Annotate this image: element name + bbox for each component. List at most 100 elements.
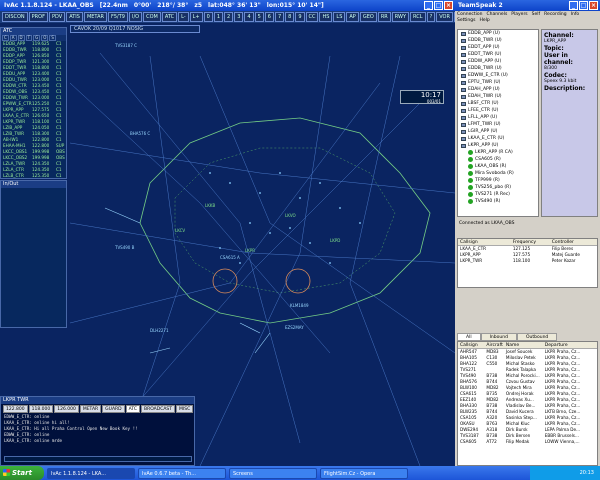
close-button[interactable]: × [444, 1, 453, 10]
toolbar-button-com[interactable]: COM [143, 12, 161, 22]
toolbar-button-ls[interactable]: LS [333, 12, 346, 22]
ts-channel[interactable]: LFEE_CTR (U) [458, 107, 538, 114]
ts-channel[interactable]: EDDB_TWR (U) [458, 37, 538, 44]
toolbar-button-rcl[interactable]: RCL [410, 12, 426, 22]
ts-menu-self[interactable]: Self [532, 12, 540, 18]
chat-panel-title[interactable]: LKPR TWR [1, 397, 194, 404]
airport-label[interactable]: LKPR [245, 248, 255, 253]
airport-label[interactable]: LKCV [175, 228, 185, 233]
flight-tab-all[interactable]: All [457, 333, 481, 341]
column-header[interactable]: Callsign [458, 342, 484, 348]
chat-tab-misc[interactable]: MISC [176, 405, 194, 413]
aircraft-label[interactable]: DLH2271 [150, 328, 169, 333]
ts-channel[interactable]: EDDT_TWR (U) [458, 51, 538, 58]
ts-channel[interactable]: EPTU_TWR (U) [458, 79, 538, 86]
aircraft-label[interactable]: TVS3187 C [115, 43, 137, 48]
ts-user[interactable]: Mira Svoboda (R) [458, 170, 538, 177]
toolbar-button-6[interactable]: 6 [264, 12, 274, 22]
ts-channel[interactable]: EDWW_E_CTR (U) [458, 72, 538, 79]
ts-title-bar[interactable]: TeamSpeak 2 _ □ × [455, 0, 600, 11]
toolbar-button-hs[interactable]: HS [319, 12, 333, 22]
minimize-button[interactable]: _ [424, 1, 433, 10]
column-header[interactable]: Controller [550, 239, 597, 245]
column-header[interactable]: Aircraft [484, 342, 503, 348]
taskbar-task[interactable]: IvAe 0.6.7 beta - Th... [138, 467, 226, 479]
taskbar-task[interactable]: IvAc 1.1.8.124 - LKA... [47, 467, 135, 479]
chat-tab-126-000[interactable]: 126.000 [54, 405, 79, 413]
airport-label[interactable]: LKPD [330, 238, 340, 243]
airport-label[interactable]: LKVO [285, 213, 296, 218]
ts-channel[interactable]: EDDB_TWR (U) [458, 65, 538, 72]
ts-maximize-button[interactable]: □ [579, 1, 588, 10]
chat-input[interactable] [4, 456, 192, 462]
ts-user[interactable]: TFP999 (R) [458, 177, 538, 184]
ivac-title-bar[interactable]: IvAc 1.1.8.124 - LKAA_OBS [22.4nm 0°00' 218… [0, 0, 455, 11]
toolbar-button-1[interactable]: 1 [213, 12, 223, 22]
taskbar-task[interactable]: FlightSim.Cz - Opera [320, 467, 408, 479]
inout-panel-title[interactable]: In/Out [1, 181, 66, 188]
ts-menu-settings[interactable]: Settings [457, 18, 475, 24]
ts-menu-recording[interactable]: Recording [544, 12, 567, 18]
aircraft-label[interactable]: BHA576 C [130, 131, 150, 136]
toolbar-button-rr[interactable]: RR [377, 12, 391, 22]
ts-channel[interactable]: LKAA_E_CTR (U) [458, 135, 538, 142]
ts-close-button[interactable]: × [589, 1, 598, 10]
toolbar-button-8[interactable]: 8 [285, 12, 295, 22]
chat-tab-metar[interactable]: METAR [79, 405, 102, 413]
toolbar-button-4[interactable]: 4 [244, 12, 254, 22]
start-button[interactable]: Start [0, 466, 44, 480]
toolbar-button-i-o[interactable]: I/O [128, 12, 143, 22]
ts-menu-players[interactable]: Players [511, 12, 527, 18]
toolbar-button-discon[interactable]: DISCON [2, 12, 28, 22]
toolbar-button-2[interactable]: 2 [224, 12, 234, 22]
toolbar-button-l-[interactable]: L+ [189, 12, 203, 22]
toolbar-button-prof[interactable]: PROF [28, 12, 48, 22]
toolbar-button-0[interactable]: 0 [203, 12, 213, 22]
ts-channel[interactable]: EDAH_TWR (U) [458, 93, 538, 100]
ts-channel[interactable]: EDAH_APP (U) [458, 86, 538, 93]
ts-menu-help[interactable]: Help [479, 18, 489, 24]
atc-row[interactable]: LZLB_CTR 125.350 C1 [1, 173, 66, 179]
aircraft-label[interactable]: TVS490 B [115, 245, 134, 250]
chat-tab-atc[interactable]: ATC [125, 405, 140, 413]
toolbar-button-5[interactable]: 5 [254, 12, 264, 22]
ts-channel[interactable]: LFLL_APP (U) [458, 114, 538, 121]
ts-channel[interactable]: EDDW_APP (U) [458, 58, 538, 65]
airport-label[interactable]: LKKB [205, 203, 215, 208]
chat-tab-guard[interactable]: GUARD [102, 405, 125, 413]
ts-minimize-button[interactable]: _ [569, 1, 578, 10]
toolbar-button-cc[interactable]: CC [305, 12, 319, 22]
flight-tab-inbound[interactable]: Inbound [480, 333, 517, 341]
column-header[interactable]: Frequency [511, 239, 550, 245]
column-header[interactable]: Departure [543, 342, 597, 348]
aircraft-label[interactable]: EZS2MAY [285, 325, 304, 330]
ts-user[interactable]: LKAA_OBS (R) [458, 163, 538, 170]
column-header[interactable]: Callsign [458, 239, 511, 245]
maximize-button[interactable]: □ [434, 1, 443, 10]
column-header[interactable]: Name [504, 342, 543, 348]
ts-channel[interactable]: LKPR_APP (U) [458, 142, 538, 149]
ts-channel[interactable]: LBSF_CTR (U) [458, 100, 538, 107]
toolbar-button-9[interactable]: 9 [295, 12, 305, 22]
ts-channel[interactable]: EDDB_APP (U) [458, 30, 538, 37]
toolbar-button-pdv[interactable]: PDV [48, 12, 66, 22]
ts-user[interactable]: LKPR_APP (R CA) [458, 149, 538, 156]
table-row[interactable]: CSA605 AT72 Filip Medak LOWW Vienna,... [458, 439, 597, 445]
taskbar-task[interactable]: Screens [229, 467, 317, 479]
ts-channel[interactable]: LFMT_TWR (U) [458, 121, 538, 128]
toolbar-button--[interactable]: ? [426, 12, 436, 22]
toolbar-button-7[interactable]: 7 [274, 12, 285, 22]
toolbar-button-f5-t9[interactable]: F5/T9 [107, 12, 128, 22]
toolbar-button-atis[interactable]: ATIS [66, 12, 83, 22]
toolbar-button-ap[interactable]: AP [346, 12, 359, 22]
ts-user[interactable]: TVS271 (R Rec) [458, 191, 538, 198]
ts-user[interactable]: CSA605 (R) [458, 156, 538, 163]
flight-tab-outbound[interactable]: Outbound [516, 333, 558, 341]
toolbar-button-geo[interactable]: GEO [359, 12, 377, 22]
toolbar-button-vor[interactable]: VOR [436, 12, 453, 22]
toolbar-button-atc[interactable]: ATC [161, 12, 178, 22]
ts-menu-info[interactable]: Info [571, 12, 580, 18]
chat-tab-122-800[interactable]: 122.800 [3, 405, 28, 413]
toolbar-button-l-[interactable]: L- [178, 12, 189, 22]
aircraft-label[interactable]: KLM1849 [290, 303, 308, 308]
